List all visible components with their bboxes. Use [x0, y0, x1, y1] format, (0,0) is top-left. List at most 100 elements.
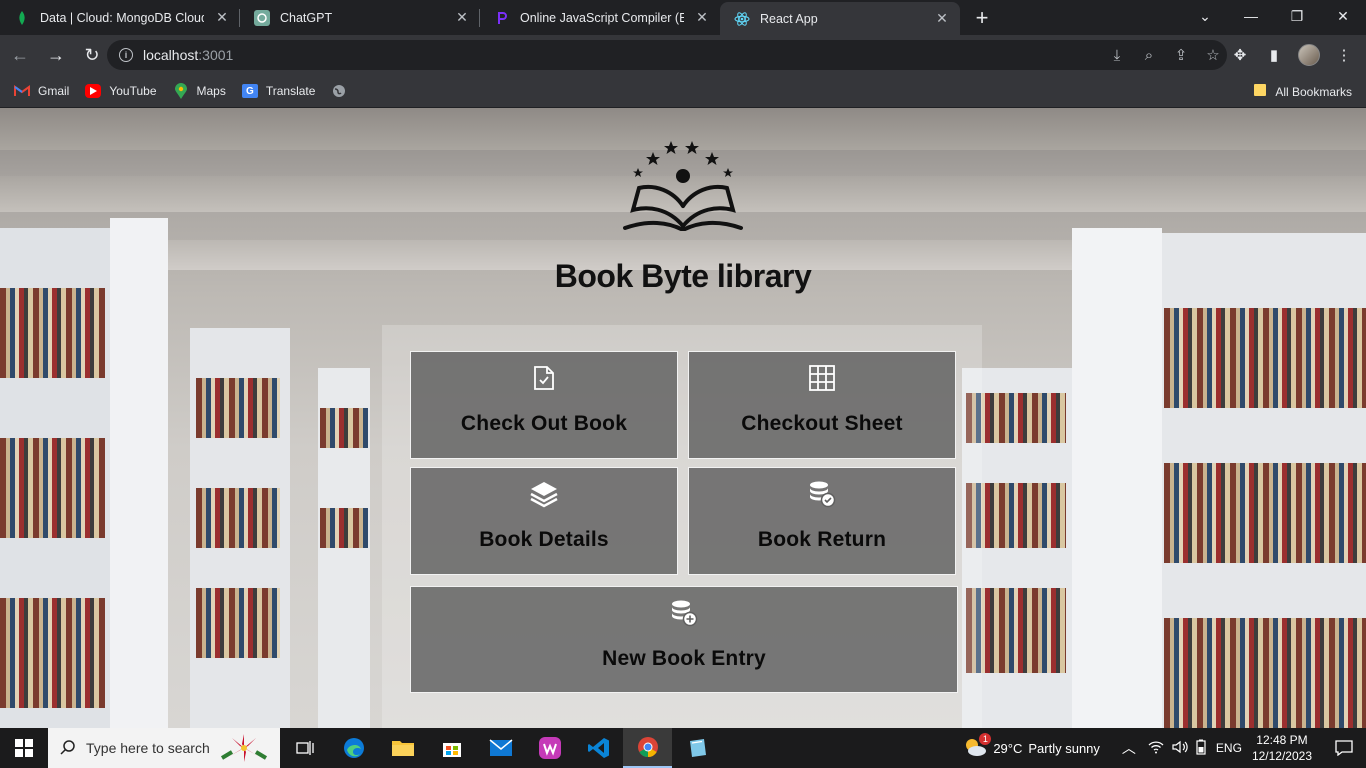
tab-react-app[interactable]: React App ✕ [720, 2, 960, 35]
menu-kebab-icon[interactable]: ⋮ [1334, 46, 1354, 64]
reload-icon[interactable]: ↻ [76, 39, 108, 71]
windows-start-icon[interactable] [0, 728, 48, 768]
wifi-icon[interactable] [1148, 740, 1164, 757]
wps-office-icon[interactable] [525, 728, 574, 768]
books-row [320, 508, 368, 548]
weather-desc: Partly sunny [1028, 740, 1100, 756]
volume-icon[interactable] [1172, 740, 1188, 757]
chevron-up-icon[interactable]: ︿ [1122, 738, 1136, 758]
windows-taskbar: Type here to search 1 29°C Partly sunny … [0, 728, 1366, 768]
bookmark-globe[interactable] [331, 84, 347, 98]
file-explorer-icon[interactable] [378, 728, 427, 768]
tab-search-chevron-icon[interactable]: ⌄ [1182, 0, 1228, 32]
weather-temp: 29°C [993, 740, 1023, 756]
tab-strip: Data | Cloud: MongoDB Cloud ✕ ChatGPT ✕ … [0, 0, 1366, 35]
chrome-icon[interactable] [623, 728, 672, 768]
omnibox-actions: ⤓ ⌕ ⇪ ☆ [1108, 40, 1222, 70]
book-details-card[interactable]: Book Details [410, 467, 678, 575]
books-row [196, 488, 280, 548]
card-label: Book Details [479, 528, 609, 551]
youtube-icon [85, 84, 102, 98]
bookmark-maps[interactable]: Maps [173, 83, 226, 99]
minimize-icon[interactable]: — [1228, 0, 1274, 32]
database-check-icon [808, 480, 836, 508]
book-return-card[interactable]: Book Return [688, 467, 956, 575]
close-icon[interactable]: ✕ [454, 9, 470, 26]
gmail-icon [14, 84, 30, 98]
bookmarks-bar: Gmail YouTube Maps G Translate All Bookm… [0, 75, 1366, 108]
bookmark-gmail[interactable]: Gmail [14, 84, 69, 98]
folder-icon [1253, 83, 1267, 100]
card-label: Book Return [757, 528, 887, 551]
file-check-icon [530, 364, 558, 392]
microsoft-store-icon[interactable] [427, 728, 476, 768]
search-placeholder: Type here to search [86, 740, 210, 756]
database-add-icon [670, 599, 698, 627]
tab-mongodb[interactable]: Data | Cloud: MongoDB Cloud ✕ [0, 0, 240, 35]
app-title: Book Byte library [554, 258, 812, 294]
vscode-icon[interactable] [574, 728, 623, 768]
books-row [196, 378, 280, 438]
clock-date: 12/12/2023 [1251, 749, 1312, 763]
window-close-icon[interactable]: ✕ [1320, 0, 1366, 32]
all-bookmarks[interactable]: All Bookmarks [1253, 75, 1352, 108]
share-icon[interactable]: ⇪ [1172, 46, 1190, 64]
install-app-icon[interactable]: ⤓ [1108, 47, 1126, 64]
books-row [0, 598, 105, 708]
notepad-icon[interactable] [672, 728, 721, 768]
layers-icon [530, 480, 558, 508]
chatgpt-icon [254, 9, 270, 26]
site-info-icon[interactable]: i [119, 48, 133, 62]
bookmark-translate[interactable]: G Translate [241, 84, 315, 98]
grid-table-icon [808, 364, 836, 392]
weather-badge: 1 [979, 732, 992, 745]
new-tab-button[interactable]: + [968, 4, 996, 32]
bookmark-star-icon[interactable]: ☆ [1204, 46, 1222, 64]
tab-programiz[interactable]: Online JavaScript Compiler (Edito ✕ [480, 0, 720, 35]
bookshelf [1072, 228, 1162, 728]
card-label: Checkout Sheet [741, 412, 903, 435]
bookmark-label: Gmail [38, 84, 70, 98]
close-icon[interactable]: ✕ [934, 10, 950, 27]
books-row [1164, 308, 1366, 408]
taskbar-search-box[interactable]: Type here to search [48, 728, 280, 768]
books-row [196, 588, 280, 658]
bookmark-label: Maps [196, 84, 226, 98]
clock-time: 12:48 PM [1256, 733, 1308, 747]
tab-title: Data | Cloud: MongoDB Cloud [40, 10, 204, 25]
tab-title: Online JavaScript Compiler (Edito [520, 10, 684, 25]
battery-icon[interactable] [1196, 739, 1206, 758]
books-row [0, 288, 105, 378]
address-bar[interactable]: i localhost:3001 [107, 40, 1227, 70]
close-icon[interactable]: ✕ [214, 9, 230, 26]
poinsettia-icon [218, 732, 270, 767]
maps-icon [173, 83, 189, 99]
weather-icon[interactable]: 1 [963, 732, 992, 761]
window-controls: ⌄ — ❐ ✕ [1182, 0, 1366, 32]
react-icon [734, 11, 750, 27]
side-panel-icon[interactable]: ▮ [1264, 46, 1284, 64]
extensions-puzzle-icon[interactable]: ✥ [1230, 46, 1250, 64]
tab-chatgpt[interactable]: ChatGPT ✕ [240, 0, 480, 35]
browser-toolbar: ← → ↻ i localhost:3001 ⤓ ⌕ ⇪ ☆ ✥ ▮ ⋮ [0, 35, 1366, 75]
library-page: Book Byte library Check Out Book Checkou… [0, 108, 1366, 728]
mail-icon[interactable] [476, 728, 525, 768]
books-row [1164, 463, 1366, 563]
books-row [1164, 618, 1366, 728]
language-indicator[interactable]: ENG [1216, 741, 1242, 755]
clock[interactable]: 12:48 PM 12/12/2023 [1252, 732, 1312, 764]
back-arrow-icon[interactable]: ← [4, 39, 36, 71]
close-icon[interactable]: ✕ [694, 9, 710, 26]
task-view-icon[interactable] [280, 728, 329, 768]
restore-icon[interactable]: ❐ [1274, 0, 1320, 32]
zoom-icon[interactable]: ⌕ [1140, 47, 1158, 64]
checkout-sheet-card[interactable]: Checkout Sheet [688, 351, 956, 459]
notifications-icon[interactable] [1322, 740, 1366, 756]
check-out-book-card[interactable]: Check Out Book [410, 351, 678, 459]
edge-browser-icon[interactable] [329, 728, 378, 768]
forward-arrow-icon[interactable]: → [40, 39, 72, 71]
profile-avatar[interactable] [1298, 44, 1320, 66]
books-row [320, 408, 368, 448]
bookmark-youtube[interactable]: YouTube [85, 84, 157, 98]
new-book-entry-card[interactable]: New Book Entry [410, 586, 958, 693]
